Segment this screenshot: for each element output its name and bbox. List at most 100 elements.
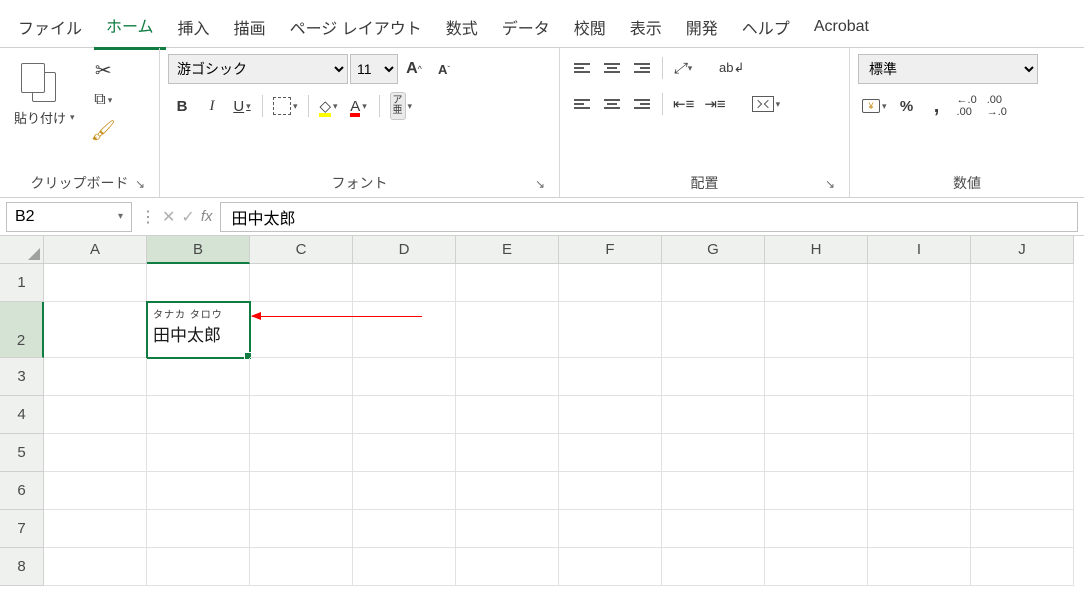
- cell-e5[interactable]: [456, 434, 559, 472]
- dialog-launcher-icon[interactable]: ↘: [823, 177, 837, 191]
- cell-a2[interactable]: [44, 302, 147, 358]
- row-header-4[interactable]: 4: [0, 396, 44, 434]
- align-top-button[interactable]: [568, 54, 596, 82]
- cell-d8[interactable]: [353, 548, 456, 586]
- cancel-icon[interactable]: ✕: [162, 207, 175, 227]
- font-size-select[interactable]: 11: [350, 54, 398, 84]
- cell-g7[interactable]: [662, 510, 765, 548]
- cut-button[interactable]: ✂: [87, 56, 120, 84]
- cell-d1[interactable]: [353, 264, 456, 302]
- cell-c4[interactable]: [250, 396, 353, 434]
- cell-a4[interactable]: [44, 396, 147, 434]
- cell-d6[interactable]: [353, 472, 456, 510]
- name-box[interactable]: B2 ▾: [6, 202, 132, 232]
- cell-g3[interactable]: [662, 358, 765, 396]
- cell-e8[interactable]: [456, 548, 559, 586]
- decrease-indent-button[interactable]: ⇤≡: [669, 90, 698, 118]
- cell-a1[interactable]: [44, 264, 147, 302]
- font-color-button[interactable]: A▾: [345, 92, 373, 120]
- comma-button[interactable]: ,: [923, 92, 951, 120]
- cell-g4[interactable]: [662, 396, 765, 434]
- format-painter-button[interactable]: 🖌: [87, 116, 120, 144]
- decrease-decimal-button[interactable]: .00→.0: [983, 92, 1011, 120]
- cell-g8[interactable]: [662, 548, 765, 586]
- cell-i7[interactable]: [868, 510, 971, 548]
- align-center-button[interactable]: [598, 90, 626, 118]
- tab-insert[interactable]: 挿入: [166, 7, 222, 49]
- cell-d5[interactable]: [353, 434, 456, 472]
- tab-home[interactable]: ホーム: [94, 5, 166, 50]
- paste-button[interactable]: 貼り付け ▾: [8, 54, 81, 131]
- cell-j8[interactable]: [971, 548, 1074, 586]
- cell-j3[interactable]: [971, 358, 1074, 396]
- col-header-f[interactable]: F: [559, 236, 662, 264]
- cell-j1[interactable]: [971, 264, 1074, 302]
- cell-b3[interactable]: [147, 358, 250, 396]
- enter-icon[interactable]: ✓: [181, 207, 194, 227]
- cell-b5[interactable]: [147, 434, 250, 472]
- cell-a3[interactable]: [44, 358, 147, 396]
- cell-a5[interactable]: [44, 434, 147, 472]
- increase-indent-button[interactable]: ⇥≡: [700, 90, 729, 118]
- cell-i2[interactable]: [868, 302, 971, 358]
- align-right-button[interactable]: [628, 90, 656, 118]
- cell-g2[interactable]: [662, 302, 765, 358]
- row-header-6[interactable]: 6: [0, 472, 44, 510]
- chevron-down-icon[interactable]: ▾: [118, 211, 123, 222]
- cell-c6[interactable]: [250, 472, 353, 510]
- cell-h6[interactable]: [765, 472, 868, 510]
- dialog-launcher-icon[interactable]: ↘: [133, 177, 147, 191]
- cell-b8[interactable]: [147, 548, 250, 586]
- tab-developer[interactable]: 開発: [674, 7, 730, 49]
- cell-f5[interactable]: [559, 434, 662, 472]
- cell-h7[interactable]: [765, 510, 868, 548]
- cell-b4[interactable]: [147, 396, 250, 434]
- col-header-j[interactable]: J: [971, 236, 1074, 264]
- cell-j6[interactable]: [971, 472, 1074, 510]
- cell-b7[interactable]: [147, 510, 250, 548]
- cell-e6[interactable]: [456, 472, 559, 510]
- more-icon[interactable]: ⋮: [140, 207, 156, 227]
- cell-i8[interactable]: [868, 548, 971, 586]
- cell-e4[interactable]: [456, 396, 559, 434]
- cell-b1[interactable]: [147, 264, 250, 302]
- cell-c7[interactable]: [250, 510, 353, 548]
- row-header-1[interactable]: 1: [0, 264, 44, 302]
- dialog-launcher-icon[interactable]: ↘: [533, 177, 547, 191]
- cell-i4[interactable]: [868, 396, 971, 434]
- tab-view[interactable]: 表示: [618, 7, 674, 49]
- cell-g1[interactable]: [662, 264, 765, 302]
- cell-f1[interactable]: [559, 264, 662, 302]
- font-name-select[interactable]: 游ゴシック: [168, 54, 348, 84]
- cell-b2[interactable]: タナカ タロウ 田中太郎: [147, 302, 250, 358]
- cell-d4[interactable]: [353, 396, 456, 434]
- cell-c1[interactable]: [250, 264, 353, 302]
- cell-h2[interactable]: [765, 302, 868, 358]
- cell-g6[interactable]: [662, 472, 765, 510]
- cell-d2[interactable]: [353, 302, 456, 358]
- cell-f4[interactable]: [559, 396, 662, 434]
- cell-a8[interactable]: [44, 548, 147, 586]
- col-header-h[interactable]: H: [765, 236, 868, 264]
- fx-icon[interactable]: fx: [201, 208, 213, 225]
- tab-review[interactable]: 校閲: [562, 7, 618, 49]
- col-header-b[interactable]: B: [147, 236, 250, 264]
- wrap-text-button[interactable]: ab↲: [715, 54, 748, 82]
- cell-h1[interactable]: [765, 264, 868, 302]
- tab-page-layout[interactable]: ページ レイアウト: [278, 7, 434, 49]
- tab-acrobat[interactable]: Acrobat: [802, 10, 881, 46]
- cell-a6[interactable]: [44, 472, 147, 510]
- percent-button[interactable]: %: [893, 92, 921, 120]
- cell-j7[interactable]: [971, 510, 1074, 548]
- copy-button[interactable]: ⧉▾: [87, 86, 120, 114]
- row-header-7[interactable]: 7: [0, 510, 44, 548]
- col-header-e[interactable]: E: [456, 236, 559, 264]
- underline-button[interactable]: U▾: [228, 92, 256, 120]
- currency-button[interactable]: ¥▾: [858, 92, 891, 120]
- align-bottom-button[interactable]: [628, 54, 656, 82]
- orientation-button[interactable]: ⤢▾: [669, 54, 697, 82]
- col-header-i[interactable]: I: [868, 236, 971, 264]
- tab-data[interactable]: データ: [490, 7, 562, 49]
- cell-f6[interactable]: [559, 472, 662, 510]
- align-left-button[interactable]: [568, 90, 596, 118]
